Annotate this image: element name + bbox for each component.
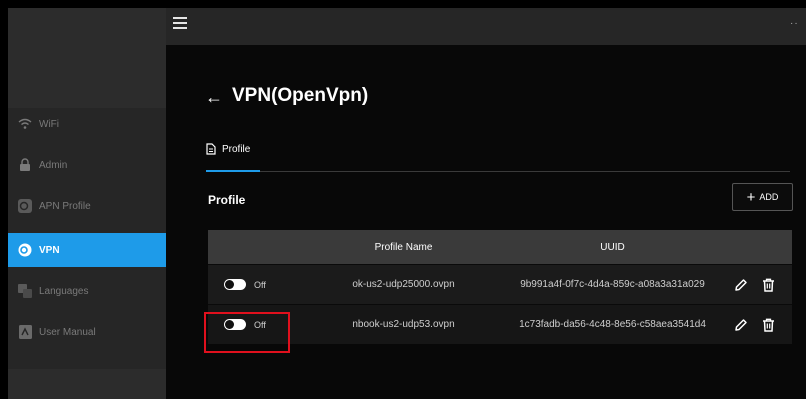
sidebar: WiFi Admin APN Profile VPN Languages Use… bbox=[8, 45, 166, 399]
header-profile-name: Profile Name bbox=[374, 241, 433, 253]
add-button[interactable]: + ADD bbox=[732, 183, 793, 211]
sidebar-item-languages[interactable]: Languages bbox=[8, 274, 166, 308]
sidebar-item-label: Languages bbox=[39, 285, 89, 297]
sidebar-header bbox=[8, 45, 166, 108]
header-uuid: UUID bbox=[600, 241, 625, 253]
wifi-icon bbox=[18, 117, 32, 131]
sidebar-item-label: User Manual bbox=[39, 326, 96, 338]
tab-divider bbox=[260, 171, 790, 172]
profile-name-cell: nbook-us2-udp53.ovpn bbox=[352, 319, 455, 330]
apn-icon bbox=[18, 199, 32, 213]
header-bar bbox=[166, 8, 806, 45]
document-icon bbox=[206, 143, 216, 155]
logo-area bbox=[8, 8, 166, 45]
uuid-cell: 9b991a4f-0f7c-4d4a-859c-a08a3a31a029 bbox=[520, 279, 705, 290]
profile-table: Profile Name UUID Off ok-us2-udp25000.ov… bbox=[208, 230, 792, 344]
sidebar-item-label: WiFi bbox=[39, 118, 59, 130]
page-title: VPN(OpenVpn) bbox=[232, 85, 369, 106]
vpn-icon bbox=[18, 243, 32, 257]
actions-cell bbox=[722, 278, 792, 292]
lock-icon bbox=[18, 158, 32, 172]
tab-label: Profile bbox=[222, 143, 251, 155]
toggle-cell: Off bbox=[208, 279, 304, 290]
sidebar-item-label: VPN bbox=[39, 244, 60, 256]
uuid-cell: 1c73fadb-da56-4c48-8e56-c58aea3541d4 bbox=[519, 319, 706, 330]
enable-toggle[interactable] bbox=[224, 279, 246, 290]
table-row: Off nbook-us2-udp53.ovpn 1c73fadb-da56-4… bbox=[208, 304, 792, 344]
profile-name-cell: ok-us2-udp25000.ovpn bbox=[352, 279, 455, 290]
languages-icon bbox=[18, 284, 32, 298]
sidebar-item-label: APN Profile bbox=[39, 200, 91, 212]
delete-icon[interactable] bbox=[762, 318, 775, 332]
sidebar-footer bbox=[8, 369, 166, 399]
toggle-cell: Off bbox=[208, 319, 304, 330]
plus-icon: + bbox=[746, 188, 756, 206]
sidebar-item-admin[interactable]: Admin bbox=[8, 148, 166, 182]
sidebar-item-user-manual[interactable]: User Manual bbox=[8, 315, 166, 349]
manual-icon bbox=[18, 325, 32, 339]
actions-cell bbox=[722, 318, 792, 332]
table-row: Off ok-us2-udp25000.ovpn 9b991a4f-0f7c-4… bbox=[208, 264, 792, 304]
tab-active-indicator bbox=[206, 170, 260, 172]
sidebar-item-apn-profile[interactable]: APN Profile bbox=[8, 189, 166, 223]
add-button-label: ADD bbox=[759, 192, 779, 202]
edit-icon[interactable] bbox=[734, 278, 748, 292]
more-icon[interactable]: ·· bbox=[790, 18, 799, 29]
tab-profile[interactable]: Profile bbox=[206, 143, 250, 155]
toggle-state-label: Off bbox=[254, 279, 266, 290]
hamburger-icon[interactable] bbox=[173, 17, 187, 29]
edit-icon[interactable] bbox=[734, 318, 748, 332]
sidebar-item-vpn[interactable]: VPN bbox=[8, 233, 166, 267]
section-title: Profile bbox=[208, 193, 246, 207]
toggle-state-label: Off bbox=[254, 319, 266, 330]
delete-icon[interactable] bbox=[762, 278, 775, 292]
enable-toggle[interactable] bbox=[224, 319, 246, 330]
back-arrow-icon[interactable]: ← bbox=[205, 87, 223, 108]
top-bar bbox=[0, 0, 806, 45]
sidebar-item-wifi[interactable]: WiFi bbox=[8, 107, 166, 141]
table-header: Profile Name UUID bbox=[208, 230, 792, 264]
sidebar-item-label: Admin bbox=[39, 159, 68, 171]
